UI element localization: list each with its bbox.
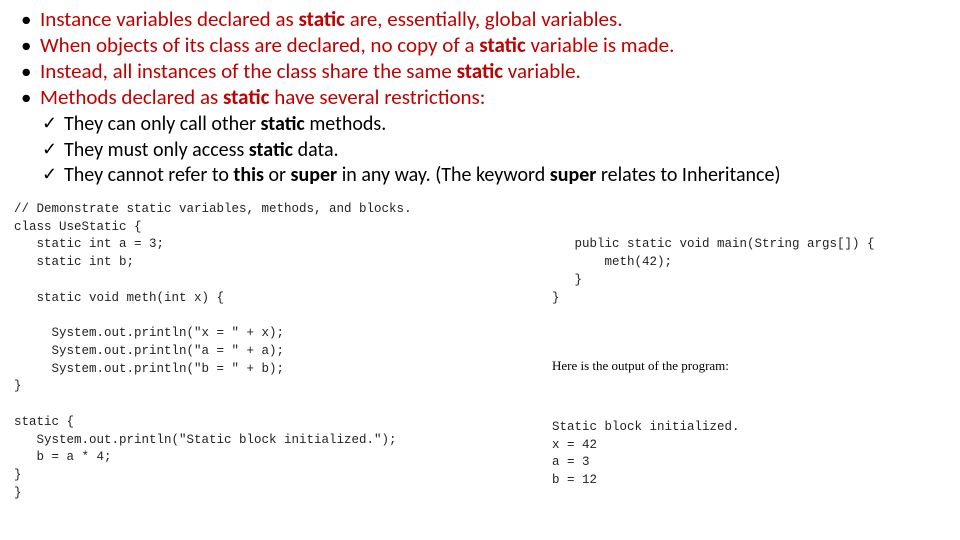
code-right: public static void main(String args[]) {… bbox=[552, 201, 946, 525]
sub-3-b2: super bbox=[550, 163, 597, 187]
sub-3: They cannot refer to this or super in an… bbox=[60, 163, 946, 189]
sub-3-b1: super bbox=[291, 163, 338, 187]
bullet-2-bold: static bbox=[479, 32, 525, 58]
bullet-1-pre: Instance variables declared as bbox=[40, 6, 298, 32]
bullet-3-bold: static bbox=[457, 58, 503, 84]
bullet-1: Instance variables declared as static ar… bbox=[36, 6, 946, 32]
bullet-3: Instead, all instances of the class shar… bbox=[36, 58, 946, 84]
output-caption: Here is the output of the program: bbox=[552, 357, 946, 375]
bullet-4: Methods declared as static have several … bbox=[36, 84, 946, 110]
sub-3-t3: relates to Inheritance) bbox=[596, 163, 780, 187]
sub-3-b0: this bbox=[233, 163, 264, 187]
bullet-2-pre: When objects of its class are declared, … bbox=[40, 32, 479, 58]
bullet-4-post: have several restrictions: bbox=[269, 84, 485, 110]
slide: Instance variables declared as static ar… bbox=[0, 0, 960, 525]
sub-2-t1: data. bbox=[293, 138, 339, 162]
bullet-1-post: are, essentially, global variables. bbox=[345, 6, 623, 32]
code-right-main: public static void main(String args[]) {… bbox=[552, 236, 946, 307]
bullet-1-bold: static bbox=[298, 6, 344, 32]
sub-bullets: They can only call other static methods.… bbox=[14, 112, 946, 189]
sub-1-t1: methods. bbox=[305, 112, 386, 136]
sub-3-t0: They cannot refer to bbox=[64, 163, 233, 187]
sub-2-b0: static bbox=[249, 138, 293, 162]
bullet-2-post: variable is made. bbox=[526, 32, 675, 58]
bullet-3-pre: Instead, all instances of the class shar… bbox=[40, 58, 457, 84]
bullet-2: When objects of its class are declared, … bbox=[36, 32, 946, 58]
code-right-output: Static block initialized. x = 42 a = 3 b… bbox=[552, 419, 946, 490]
main-bullets: Instance variables declared as static ar… bbox=[14, 6, 946, 110]
sub-1-t0: They can only call other bbox=[64, 112, 261, 136]
sub-2: They must only access static data. bbox=[60, 138, 946, 164]
bullet-4-pre: Methods declared as bbox=[40, 84, 223, 110]
bullet-3-post: variable. bbox=[503, 58, 581, 84]
sub-3-t1: or bbox=[264, 163, 291, 187]
bullet-4-bold: static bbox=[223, 84, 269, 110]
sub-2-t0: They must only access bbox=[64, 138, 249, 162]
sub-1: They can only call other static methods. bbox=[60, 112, 946, 138]
sub-1-b0: static bbox=[261, 112, 305, 136]
code-left: // Demonstrate static variables, methods… bbox=[14, 201, 524, 525]
sub-3-t2: in any way. (The keyword bbox=[337, 163, 550, 187]
code-area: // Demonstrate static variables, methods… bbox=[14, 195, 946, 525]
